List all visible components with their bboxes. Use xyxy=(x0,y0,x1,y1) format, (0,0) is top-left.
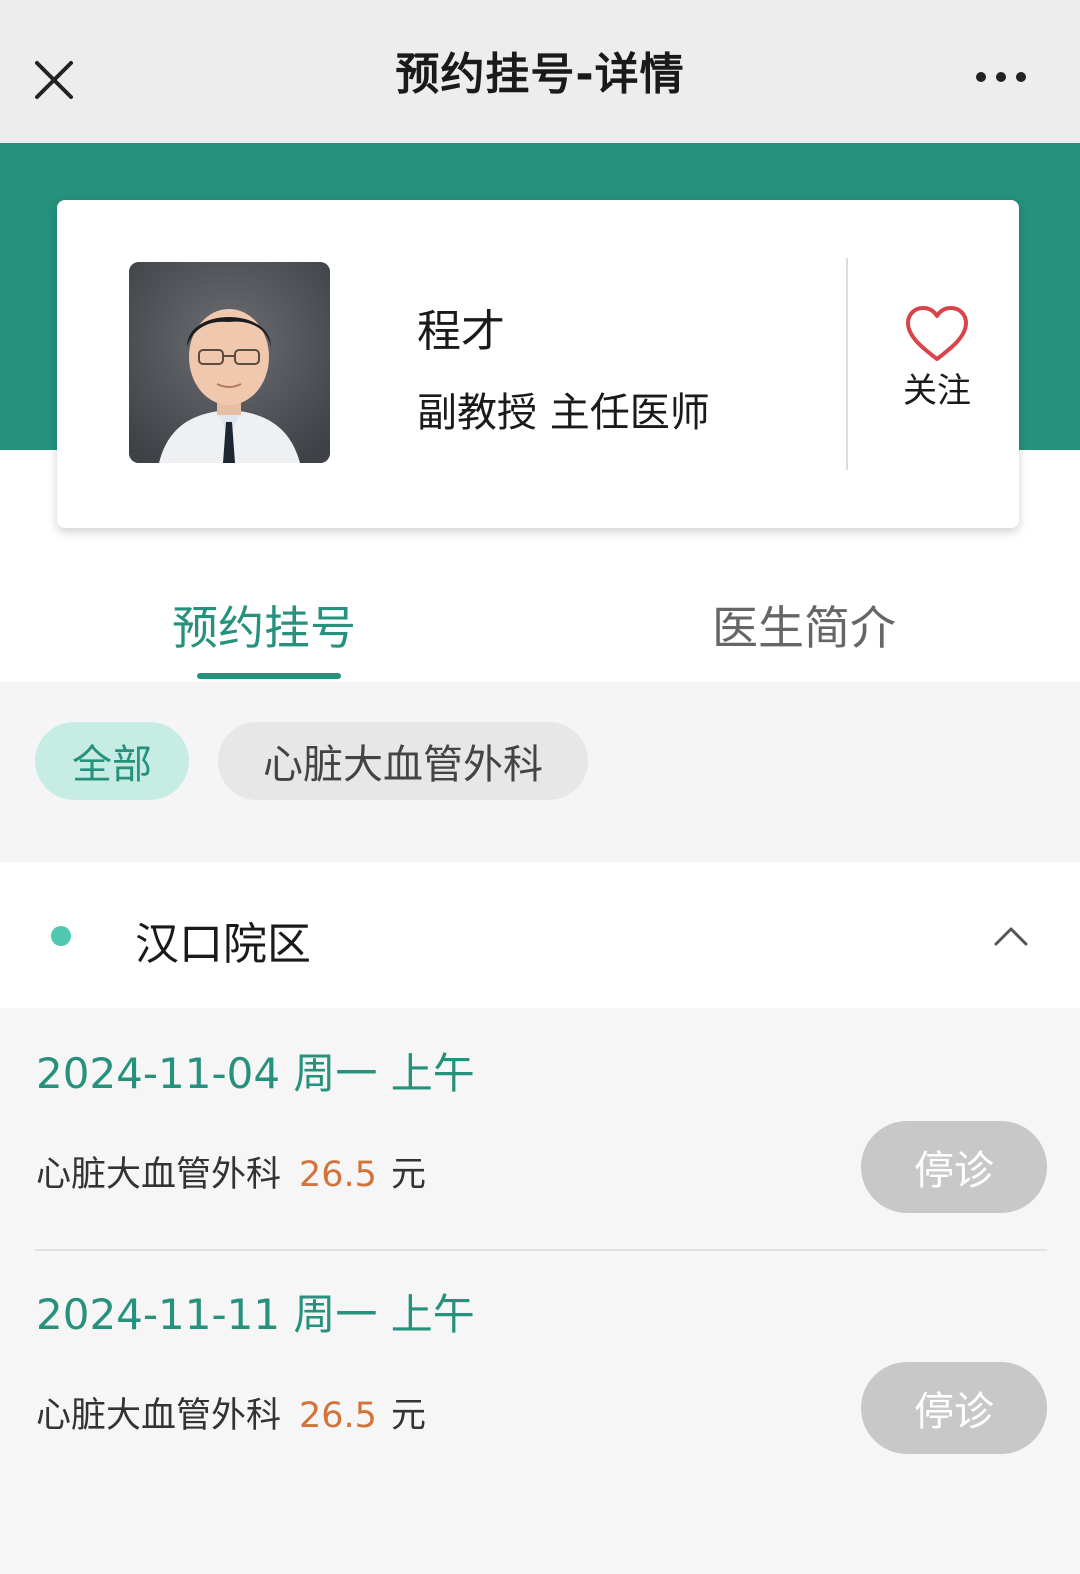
heart-outline-icon xyxy=(906,306,968,361)
active-tab-indicator xyxy=(197,673,341,679)
slot-price: 26.5 xyxy=(299,1396,377,1436)
slot-price-unit: 元 xyxy=(390,1155,426,1195)
slot-divider xyxy=(35,1249,1047,1251)
slot-status-button[interactable]: 停诊 xyxy=(861,1121,1047,1213)
follow-label: 关注 xyxy=(903,371,971,411)
doctor-name: 程才 xyxy=(417,306,505,357)
filter-chip-all[interactable]: 全部 xyxy=(35,722,189,800)
doctor-card: 程才 副教授 主任医师 关注 xyxy=(57,200,1019,528)
chevron-up-icon[interactable] xyxy=(993,920,1029,950)
slot-info: 心脏大血管外科 26.5 元 xyxy=(36,1387,426,1438)
slot-info: 心脏大血管外科 26.5 元 xyxy=(36,1146,426,1197)
campus-dot-icon xyxy=(51,926,71,946)
slot-price-unit: 元 xyxy=(390,1396,426,1436)
slot-date: 2024-11-11 周一 上午 xyxy=(36,1290,475,1339)
close-icon[interactable] xyxy=(34,60,74,100)
more-dots-icon[interactable] xyxy=(976,72,1026,82)
slot-date: 2024-11-04 周一 上午 xyxy=(36,1049,475,1098)
tab-doctor-profile[interactable]: 医生简介 xyxy=(712,592,896,658)
campus-section-header[interactable]: 汉口院区 xyxy=(0,862,1080,1008)
follow-button[interactable]: 关注 xyxy=(887,305,987,425)
tab-appointment[interactable]: 预约挂号 xyxy=(172,592,356,658)
doctor-title: 副教授 主任医师 xyxy=(417,390,710,436)
campus-name: 汉口院区 xyxy=(135,919,311,970)
slot-price: 26.5 xyxy=(299,1155,377,1195)
page: 预约挂号-详情 程才 副教授 主任医师 关注 预约挂号 医生简介 全部 心脏大血… xyxy=(0,0,1080,1574)
slot-department: 心脏大血管外科 xyxy=(36,1155,282,1195)
doctor-avatar xyxy=(129,262,330,463)
slot-status-button[interactable]: 停诊 xyxy=(861,1362,1047,1454)
filter-chip-department[interactable]: 心脏大血管外科 xyxy=(218,722,588,800)
card-divider xyxy=(846,258,848,470)
page-title: 预约挂号-详情 xyxy=(395,48,685,100)
slot-department: 心脏大血管外科 xyxy=(36,1396,282,1436)
nav-bar: 预约挂号-详情 xyxy=(0,0,1080,143)
